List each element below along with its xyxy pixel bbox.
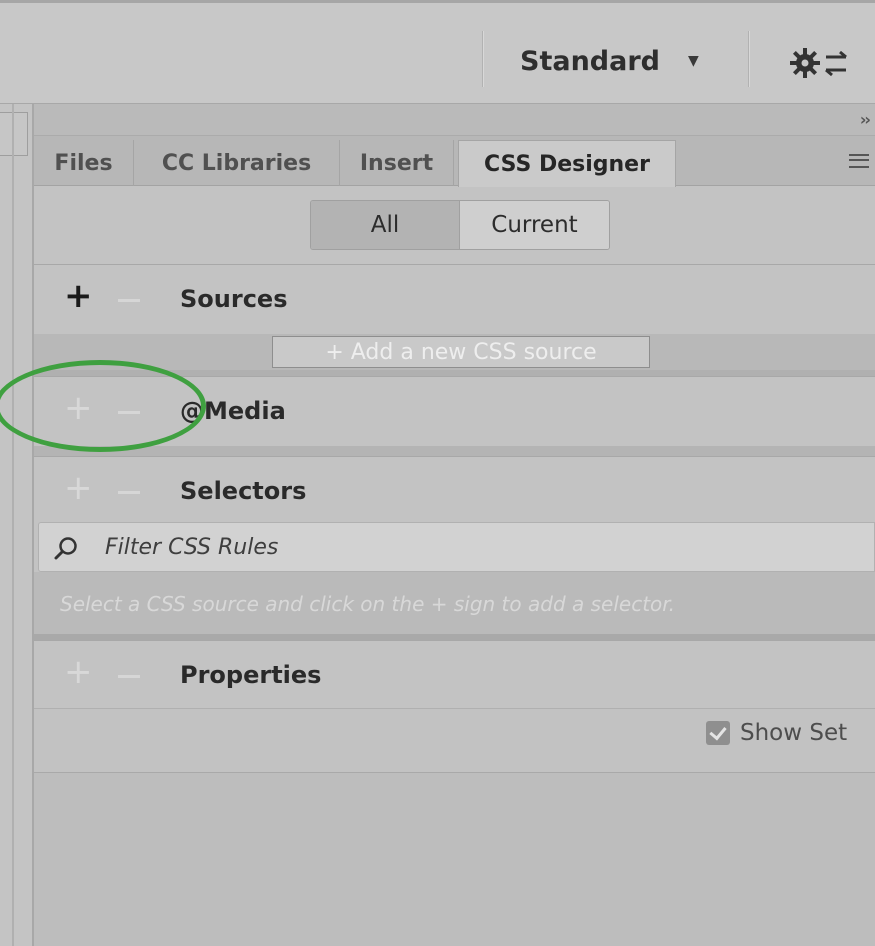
- sources-title: Sources: [180, 285, 288, 313]
- all-button[interactable]: All: [311, 201, 460, 249]
- workspace-switcher[interactable]: Standard ▼: [520, 39, 699, 83]
- current-button[interactable]: Current: [460, 201, 609, 249]
- panel-collapse-bar[interactable]: ››: [34, 104, 875, 136]
- tab-css-designer[interactable]: CSS Designer: [458, 140, 676, 187]
- filter-css-rules-input[interactable]: Filter CSS Rules: [38, 522, 875, 572]
- workspace-label: Standard: [520, 45, 660, 77]
- add-source-plus-icon[interactable]: +: [64, 279, 93, 313]
- selectors-title: Selectors: [180, 477, 307, 505]
- add-property-plus-icon[interactable]: +: [64, 655, 93, 689]
- toolbar-separator: [482, 31, 484, 87]
- remove-property-minus-icon[interactable]: [118, 675, 140, 678]
- show-set-label: Show Set: [740, 720, 848, 746]
- properties-title: Properties: [180, 661, 322, 689]
- toolbar-separator: [748, 31, 750, 87]
- dock-notch: [0, 112, 28, 156]
- add-css-source-button[interactable]: + Add a new CSS source: [272, 336, 650, 368]
- section-divider: [34, 446, 875, 456]
- media-section-header: + @Media: [34, 376, 875, 446]
- show-set-checkbox[interactable]: Show Set: [706, 720, 847, 746]
- add-media-plus-icon[interactable]: +: [64, 391, 93, 425]
- selectors-hint: Select a CSS source and click on the + s…: [60, 592, 676, 616]
- remove-selector-minus-icon[interactable]: [118, 491, 140, 494]
- remove-source-minus-icon[interactable]: [118, 299, 140, 302]
- gear-sync-icon[interactable]: [790, 43, 850, 83]
- tab-insert[interactable]: Insert: [340, 140, 454, 186]
- remove-media-minus-icon[interactable]: [118, 411, 140, 414]
- view-toggle: All Current: [310, 200, 610, 250]
- panel-menu-icon[interactable]: [849, 154, 869, 168]
- properties-section-header: + Properties: [34, 640, 875, 710]
- collapse-icon[interactable]: ››: [860, 110, 871, 129]
- application-toolbar: Standard ▼: [0, 0, 875, 104]
- left-dock-strip: [0, 104, 34, 946]
- dock-edge: [12, 104, 14, 946]
- selectors-section-header: + Selectors: [34, 456, 875, 526]
- search-icon: [54, 537, 77, 560]
- tab-files[interactable]: Files: [34, 140, 134, 186]
- filter-placeholder: Filter CSS Rules: [105, 535, 279, 560]
- properties-content: [34, 772, 875, 946]
- panel-tabs: Files CC Libraries Insert CSS Designer: [34, 136, 875, 187]
- sources-section-header: + Sources: [34, 264, 875, 334]
- checkbox-checked-icon[interactable]: [706, 721, 730, 745]
- add-selector-plus-icon[interactable]: +: [64, 471, 93, 505]
- tab-cc-libraries[interactable]: CC Libraries: [134, 140, 340, 186]
- css-designer-panel: ›› Files CC Libraries Insert CSS Designe…: [0, 104, 875, 946]
- caret-down-icon: ▼: [687, 53, 699, 69]
- media-title: @Media: [180, 397, 286, 425]
